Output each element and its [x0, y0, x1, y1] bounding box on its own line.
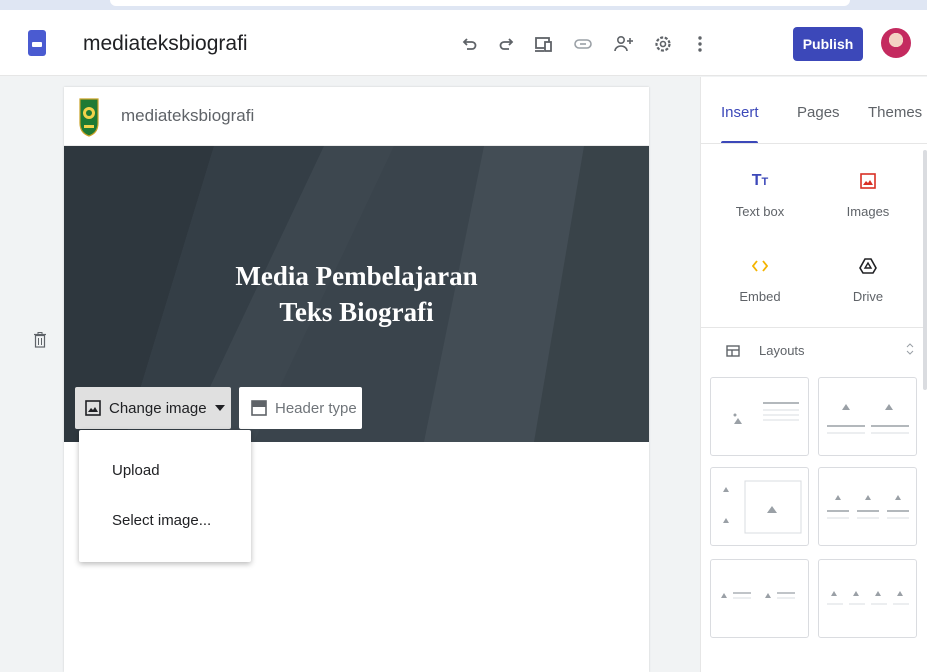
site-name[interactable]: mediateksbiografi — [121, 106, 254, 126]
right-sidebar: Insert Pages Themes TT Text box Images E… — [700, 77, 927, 672]
browser-strip-inner — [110, 0, 850, 6]
header-type-icon — [251, 400, 267, 416]
top-bar: mediateksbiografi Publish — [0, 10, 927, 76]
preview-icon[interactable] — [532, 32, 556, 56]
hero-title-line-2: Teks Biografi — [279, 297, 434, 327]
header-type-label: Header type — [275, 399, 357, 417]
left-rail — [0, 77, 64, 672]
change-image-button[interactable]: Change image — [75, 387, 231, 429]
site-header[interactable]: mediateksbiografi — [64, 87, 649, 146]
document-title[interactable]: mediateksbiografi — [83, 32, 248, 56]
images-icon — [828, 170, 908, 192]
hero-title[interactable]: Media Pembelajaran Teks Biografi — [64, 258, 649, 330]
hero-title-line-1: Media Pembelajaran — [235, 261, 478, 291]
insert-drive[interactable]: Drive — [828, 255, 908, 304]
site-logo — [79, 98, 99, 137]
tab-themes[interactable]: Themes — [868, 104, 922, 121]
dropdown-arrow-icon — [214, 405, 225, 411]
sites-app-icon[interactable] — [28, 30, 46, 56]
tabs-divider — [700, 143, 927, 144]
layout-option-4[interactable] — [818, 467, 917, 546]
layout-option-6[interactable] — [818, 559, 917, 638]
share-icon[interactable] — [612, 32, 636, 56]
collapse-chevron-icon[interactable] — [906, 343, 914, 355]
sidebar-divider — [700, 77, 701, 672]
insert-embed[interactable]: Embed — [720, 255, 800, 304]
change-image-label: Change image — [109, 399, 207, 417]
undo-icon[interactable] — [458, 32, 482, 56]
user-avatar[interactable] — [881, 28, 911, 58]
insert-text-box[interactable]: TT Text box — [720, 170, 800, 219]
publish-button[interactable]: Publish — [793, 27, 863, 61]
insert-text-box-label: Text box — [735, 204, 785, 219]
layout-option-2[interactable] — [818, 377, 917, 456]
layouts-divider — [700, 327, 927, 328]
trash-icon[interactable] — [34, 332, 46, 348]
menu-item-upload[interactable]: Upload — [112, 462, 160, 479]
drive-icon — [828, 255, 908, 277]
layouts-label[interactable]: Layouts — [759, 343, 805, 358]
redo-icon[interactable] — [494, 32, 518, 56]
layout-option-5[interactable] — [710, 559, 809, 638]
tab-insert[interactable]: Insert — [721, 104, 759, 121]
sidebar-scrollbar[interactable] — [923, 150, 927, 390]
layout-option-1[interactable] — [710, 377, 809, 456]
insert-embed-label: Embed — [739, 289, 781, 304]
layouts-icon — [726, 345, 740, 357]
insert-images-label: Images — [846, 204, 890, 219]
insert-images[interactable]: Images — [828, 170, 908, 219]
menu-item-select-image[interactable]: Select image... — [112, 512, 211, 529]
more-icon[interactable] — [688, 32, 712, 56]
layout-option-3[interactable] — [710, 467, 809, 546]
browser-strip — [0, 0, 927, 10]
page-canvas[interactable]: mediateksbiografi Media Pembelajaran Tek… — [64, 87, 649, 672]
link-icon[interactable] — [571, 32, 595, 56]
tab-pages[interactable]: Pages — [797, 104, 840, 121]
insert-drive-label: Drive — [852, 289, 884, 304]
header-type-button[interactable]: Header type — [239, 387, 362, 429]
image-icon — [85, 400, 101, 416]
change-image-menu: Upload Select image... — [79, 430, 251, 562]
hero-header-image[interactable]: Media Pembelajaran Teks Biografi Change … — [64, 146, 649, 442]
text-box-icon: TT — [751, 172, 769, 189]
embed-icon — [720, 255, 800, 277]
settings-icon[interactable] — [651, 32, 675, 56]
